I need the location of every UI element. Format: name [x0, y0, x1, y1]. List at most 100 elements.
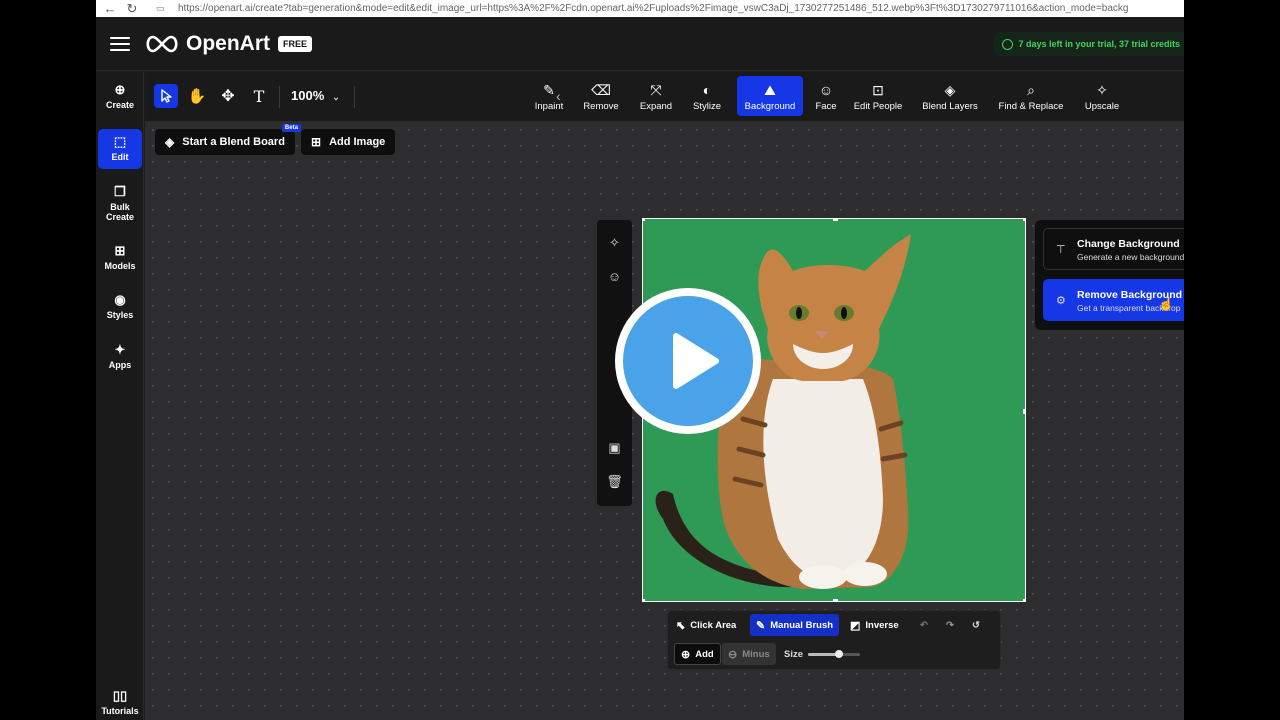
- tool-label: Expand: [639, 100, 673, 112]
- play-circle: [623, 296, 753, 426]
- openart-logo[interactable]: OpenArt FREE: [144, 31, 313, 56]
- resize-handle[interactable]: [1023, 409, 1025, 414]
- browser-address-bar[interactable]: ← ↻ ▭ https://openart.ai/create?tab=gene…: [96, 0, 1184, 17]
- size-label: Size: [784, 649, 804, 660]
- hamburger-menu-icon[interactable]: [110, 36, 130, 51]
- editor-toolbar: ✋ ✥ T 100% ⌄ ‹ ✎ Inpaint ⌫ Remove ⤧ Expan…: [145, 72, 1184, 122]
- manual-brush-label: Manual Brush: [770, 619, 834, 631]
- layers-icon: ◈: [944, 81, 956, 98]
- back-icon[interactable]: ←: [102, 2, 118, 15]
- move-tool-button[interactable]: ✥: [216, 84, 240, 108]
- tool-background[interactable]: ⛰ Background: [737, 76, 803, 116]
- hand-icon: ✋: [187, 88, 207, 105]
- tool-inpaint[interactable]: ✎ Inpaint: [528, 76, 570, 116]
- brand-name: OpenArt: [186, 31, 270, 55]
- resize-handle[interactable]: [1023, 219, 1025, 221]
- toolbar-divider: [279, 86, 280, 108]
- undo-button[interactable]: ↶: [914, 614, 934, 636]
- select-tool-button[interactable]: [154, 84, 178, 108]
- minus-circle-icon: ⊖: [728, 648, 738, 661]
- models-icon: ⊞: [114, 243, 126, 258]
- play-icon: [673, 333, 719, 389]
- start-blend-board-button[interactable]: ◈ Start a Blend Board Beta: [155, 124, 301, 155]
- tool-edit-people[interactable]: ⊡ Edit People: [852, 76, 904, 116]
- magic-icon[interactable]: ✧: [605, 233, 624, 252]
- manual-brush-button[interactable]: ✎ Manual Brush: [750, 614, 840, 636]
- tool-upscale[interactable]: ✧ Upscale: [1082, 76, 1122, 116]
- add-mode-button[interactable]: ⊕ Add: [674, 643, 721, 665]
- reset-icon: ↺: [972, 619, 980, 631]
- sidebar-item-bulk-create[interactable]: ❐ Bulk Create: [98, 184, 142, 226]
- top-header: OpenArt FREE 7 days left in your trial, …: [96, 17, 1184, 71]
- sidebar-item-label: Edit: [111, 152, 129, 162]
- tutorials-icon: ▯▯: [112, 688, 128, 703]
- infinity-logo-icon: [146, 35, 178, 52]
- face-swap-icon[interactable]: ☺: [605, 267, 624, 286]
- sidebar-item-label: Tutorials: [101, 706, 139, 716]
- add-image-button[interactable]: ⊞ Add Image: [301, 129, 396, 155]
- tool-blend-layers[interactable]: ◈ Blend Layers: [921, 76, 979, 116]
- sidebar-item-label: Styles: [106, 310, 134, 320]
- tool-find-replace[interactable]: ⌕ Find & Replace: [997, 76, 1065, 116]
- canvas-area[interactable]: ◈ Start a Blend Board Beta ⊞ Add Image ✧…: [145, 122, 1184, 720]
- tool-stylize[interactable]: ◐ Stylize: [687, 76, 727, 116]
- sidebar-item-tutorials[interactable]: ▯▯ Tutorials: [98, 688, 142, 720]
- chevron-down-icon: ⌄: [332, 92, 340, 102]
- text-tool-button[interactable]: T: [247, 84, 271, 108]
- zoom-dropdown[interactable]: 100% ⌄: [291, 88, 340, 103]
- clock-icon: [1002, 38, 1014, 50]
- sparkle-person-icon: ⚙: [1056, 295, 1066, 307]
- mouse-cursor-icon: ☝: [1158, 296, 1175, 311]
- trash-icon[interactable]: 🗑: [605, 472, 624, 491]
- tool-label: Background: [744, 100, 796, 112]
- plan-badge: FREE: [278, 35, 313, 52]
- bulk-create-icon: ❐: [114, 184, 126, 199]
- paint-roller-icon: ⊤: [1056, 244, 1066, 256]
- change-background-option[interactable]: ⊤ Change Background Generate a new backg…: [1043, 228, 1184, 270]
- tool-label: Remove: [583, 100, 619, 112]
- sidebar-item-apps[interactable]: ✦ Apps: [98, 342, 142, 376]
- trial-text: 7 days left in your trial, 37 trial cred…: [1018, 39, 1180, 49]
- video-play-button[interactable]: [615, 288, 761, 434]
- undo-icon: ↶: [920, 619, 928, 631]
- hand-tool-button[interactable]: ✋: [185, 84, 209, 108]
- trial-status[interactable]: 7 days left in your trial, 37 trial cred…: [994, 32, 1184, 56]
- resize-handle[interactable]: [1023, 599, 1025, 601]
- inverse-label: Inverse: [865, 619, 899, 631]
- sidebar-item-label: Apps: [108, 360, 132, 370]
- resize-handle[interactable]: [643, 599, 645, 601]
- styles-icon: ◉: [114, 292, 126, 307]
- minus-mode-button[interactable]: ⊖ Minus: [722, 643, 776, 665]
- add-image-label: Add Image: [329, 136, 386, 148]
- sidebar-item-styles[interactable]: ◉ Styles: [98, 292, 142, 326]
- browser-url[interactable]: https://openart.ai/create?tab=generation…: [178, 2, 1128, 15]
- tool-face[interactable]: ☺ Face: [811, 76, 841, 116]
- click-area-button[interactable]: ⬉ Click Area: [670, 614, 742, 636]
- reload-icon[interactable]: ↻: [124, 2, 140, 15]
- move-icon: ✥: [221, 88, 235, 105]
- sidebar-item-label: Bulk Create: [105, 202, 134, 222]
- size-slider-knob[interactable]: [835, 650, 844, 658]
- resize-handle[interactable]: [833, 219, 838, 221]
- tool-remove[interactable]: ⌫ Remove: [579, 76, 623, 116]
- tool-label: Edit People: [853, 100, 903, 112]
- tool-label: Blend Layers: [922, 100, 978, 112]
- resize-handle[interactable]: [643, 219, 645, 221]
- inverse-icon: ◩: [850, 619, 861, 632]
- resize-handle[interactable]: [833, 599, 838, 601]
- redo-icon: ↷: [946, 619, 954, 631]
- inverse-button[interactable]: ◩ Inverse: [844, 614, 905, 636]
- sidebar-item-models[interactable]: ⊞ Models: [98, 243, 142, 277]
- brush-icon: ✎: [756, 619, 766, 632]
- size-slider[interactable]: [808, 650, 860, 658]
- pointer-icon: [161, 89, 172, 103]
- reset-button[interactable]: ↺: [966, 614, 986, 636]
- tool-expand[interactable]: ⤧ Expand: [634, 76, 678, 116]
- sidebar-item-create[interactable]: ⊕ Create: [98, 82, 142, 118]
- sidebar-item-edit[interactable]: ⬚ Edit: [98, 129, 142, 169]
- lock-icon: ▭: [156, 3, 165, 13]
- mask-brush-toolbar: ⬉ Click Area ✎ Manual Brush ◩ Inverse ↶ …: [667, 610, 1001, 670]
- redo-button[interactable]: ↷: [940, 614, 960, 636]
- search-icon: ⌕: [1027, 81, 1035, 98]
- save-icon[interactable]: ▣: [605, 438, 624, 457]
